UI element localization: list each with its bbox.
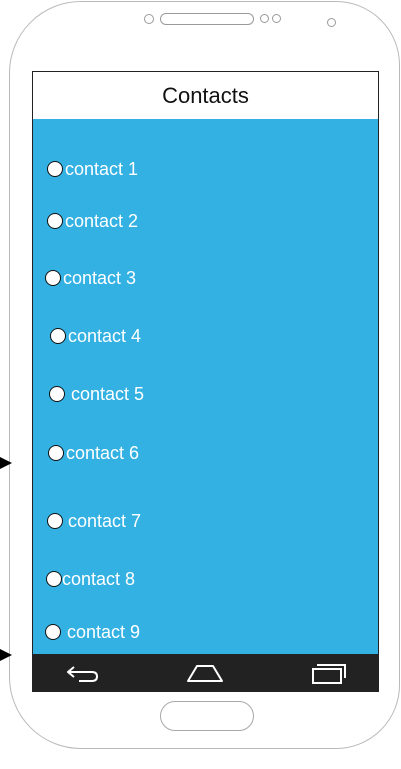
list-item[interactable]: contact 7: [47, 509, 141, 533]
sensor-icon: [260, 14, 269, 23]
contact-name: contact 5: [71, 383, 145, 404]
app-title-bar: Contacts: [33, 72, 378, 119]
radio-button[interactable]: [45, 270, 61, 286]
speaker-grille: [160, 13, 254, 25]
back-icon: [67, 665, 99, 682]
radio-button[interactable]: [45, 624, 61, 640]
navigation-bar: [33, 654, 378, 691]
arrow-icon: [0, 649, 12, 661]
radio-button[interactable]: [47, 213, 63, 229]
recent-apps-icon: [312, 663, 346, 684]
contact-name: contact 1: [65, 158, 139, 179]
contact-name: contact 3: [63, 267, 137, 288]
radio-button[interactable]: [49, 386, 65, 402]
arrow-icon: [0, 457, 12, 469]
page-title: Contacts: [162, 82, 249, 108]
hardware-home-button[interactable]: [160, 701, 254, 731]
list-item[interactable]: contact 2: [47, 209, 138, 233]
contact-name: contact 2: [65, 210, 139, 231]
contact-name: contact 4: [68, 325, 142, 346]
phone-screen: Contacts contact 1 contact 2 contact 3 c…: [32, 71, 379, 692]
contact-list: contact 1 contact 2 contact 3 contact 4 …: [33, 119, 378, 654]
front-camera-icon: [144, 14, 154, 24]
radio-button[interactable]: [47, 161, 63, 177]
radio-button[interactable]: [50, 328, 66, 344]
radio-button[interactable]: [48, 445, 64, 461]
home-icon: [187, 664, 223, 682]
sensor-icon: [272, 14, 281, 23]
contact-name: contact 9: [67, 621, 141, 642]
list-item[interactable]: contact 5: [49, 382, 144, 406]
list-item[interactable]: contact 4: [50, 324, 141, 348]
list-item[interactable]: contact 1: [47, 157, 138, 181]
radio-button[interactable]: [46, 571, 62, 587]
recent-apps-button[interactable]: [298, 654, 358, 691]
contact-name: contact 7: [68, 510, 142, 531]
contact-name: contact 8: [62, 568, 136, 589]
list-item[interactable]: contact 9: [45, 620, 140, 644]
back-button[interactable]: [53, 654, 113, 691]
list-item[interactable]: contact 8: [46, 567, 135, 591]
list-item[interactable]: contact 6: [48, 441, 139, 465]
radio-button[interactable]: [47, 513, 63, 529]
home-nav-button[interactable]: [175, 654, 235, 691]
proximity-sensor-icon: [327, 18, 336, 27]
list-item[interactable]: contact 3: [45, 266, 136, 290]
contact-name: contact 6: [66, 442, 140, 463]
